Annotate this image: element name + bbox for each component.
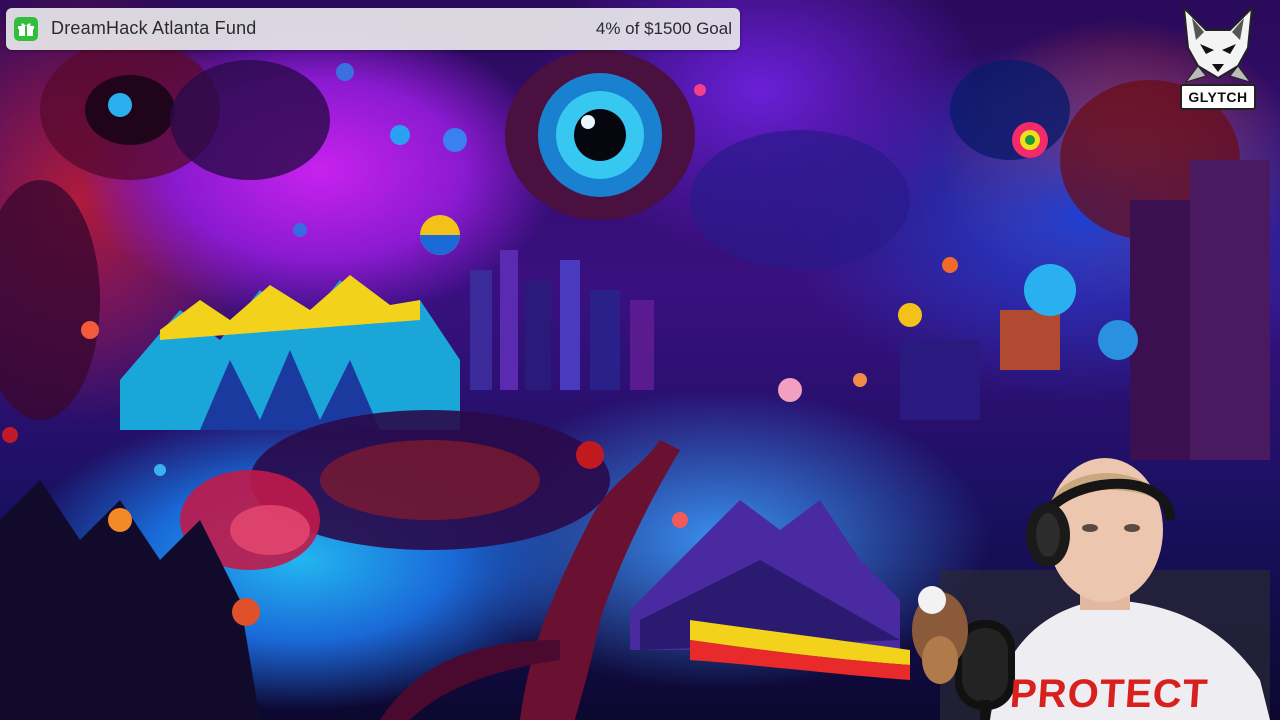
shirt-text: PROTECT bbox=[1008, 672, 1210, 716]
logo-text: GLYTCH bbox=[1180, 84, 1256, 110]
gift-icon bbox=[14, 17, 38, 41]
goal-title: DreamHack Atlanta Fund bbox=[51, 18, 257, 38]
donation-goal-bar: DreamHack Atlanta Fund 4% of $1500 Goal bbox=[6, 8, 740, 50]
goal-progress-text: 4% of $1500 Goal bbox=[595, 19, 732, 38]
